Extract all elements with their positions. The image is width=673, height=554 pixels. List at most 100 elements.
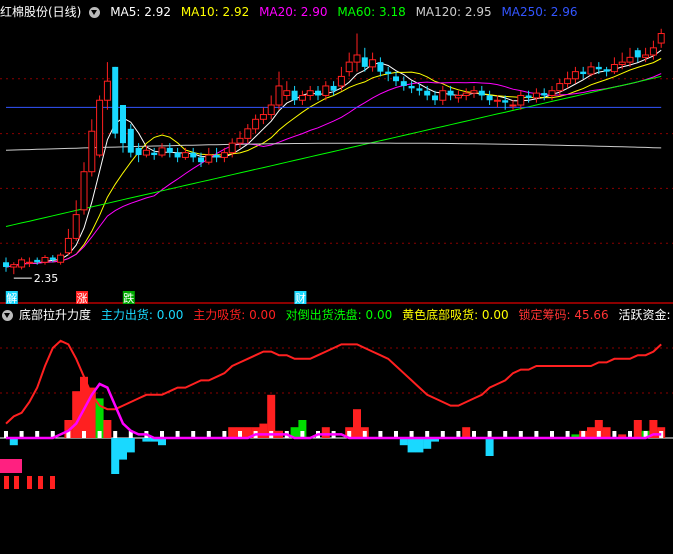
candle-body xyxy=(174,152,181,158)
candle-body xyxy=(486,95,493,101)
indicator-bar xyxy=(602,427,611,438)
candle-body xyxy=(657,33,665,44)
candle-body xyxy=(80,171,88,211)
candle-body xyxy=(151,152,158,156)
indicator-bar xyxy=(103,420,112,438)
candle-body xyxy=(244,128,252,139)
candle-body xyxy=(454,94,462,99)
indicator-bar xyxy=(353,409,361,438)
candle-body xyxy=(205,154,213,163)
candle-body xyxy=(213,155,220,158)
candle-body xyxy=(190,152,197,158)
candle-body xyxy=(3,262,9,268)
candle-body xyxy=(330,85,337,91)
candle-body xyxy=(470,90,478,94)
candle-body xyxy=(548,90,556,96)
candle-body xyxy=(369,59,377,68)
activity-tick xyxy=(97,431,102,438)
candle-body xyxy=(626,56,634,63)
candle-body xyxy=(502,100,509,103)
candle-body xyxy=(41,256,49,263)
signal-text: 跌 xyxy=(123,291,134,305)
candle-body xyxy=(198,157,204,163)
candle-body xyxy=(88,130,96,173)
candle-body xyxy=(603,69,610,72)
candle-body xyxy=(424,90,431,96)
candle-body xyxy=(416,88,423,91)
candle-body xyxy=(610,64,618,73)
indicator-bar xyxy=(407,438,416,453)
signal-block xyxy=(0,459,22,473)
candle-body xyxy=(432,95,438,101)
candle-body xyxy=(408,85,415,89)
candle-body xyxy=(525,95,532,98)
candle-body xyxy=(517,94,525,106)
chart-canvas[interactable]: 2.35 解 涨 跌 财 xyxy=(0,0,673,554)
activity-tick xyxy=(82,431,86,438)
indicator-bar xyxy=(423,438,432,449)
signal-mini-bar xyxy=(4,476,9,489)
candle-body xyxy=(96,99,104,156)
indicator-bar xyxy=(321,427,330,438)
candle-body xyxy=(252,118,260,130)
candle-body xyxy=(353,54,361,63)
signal-text: 财 xyxy=(295,291,306,305)
ma-line xyxy=(5,142,662,151)
candle-body xyxy=(315,90,321,96)
candle-body xyxy=(361,57,368,67)
indicator-bar xyxy=(126,438,135,453)
signal-mini-bar xyxy=(38,476,43,489)
candle-body xyxy=(103,80,111,101)
signal-text: 涨 xyxy=(77,292,88,305)
indicator-bar xyxy=(415,438,424,453)
candle-body xyxy=(377,62,384,72)
candle-body xyxy=(509,104,517,107)
candle-body xyxy=(25,261,33,264)
indicator-bar xyxy=(485,438,494,456)
activity-tick xyxy=(113,431,118,438)
candle-body xyxy=(493,99,501,102)
signal-mini-bar xyxy=(27,476,32,489)
candle-body xyxy=(72,214,80,239)
candle-body xyxy=(556,83,564,92)
candle-body xyxy=(127,128,134,153)
low-price-label: 2.35 xyxy=(34,272,59,285)
candle-body xyxy=(393,76,399,82)
candle-body xyxy=(34,259,41,263)
candle-body xyxy=(112,66,119,134)
candle-body xyxy=(283,90,291,96)
candle-body xyxy=(564,78,572,85)
indicator-bar xyxy=(72,391,81,438)
indicator-bar xyxy=(587,427,595,438)
candle-body xyxy=(291,90,298,101)
candle-body xyxy=(400,81,407,86)
candle-body xyxy=(181,152,189,158)
candle-body xyxy=(49,257,56,260)
indicator-bar xyxy=(142,438,151,442)
candle-body xyxy=(478,90,485,96)
signal-mini-bar xyxy=(50,476,55,489)
candle-body xyxy=(634,50,641,58)
candle-body xyxy=(439,90,447,101)
candle-body xyxy=(275,85,283,106)
indicator-bar xyxy=(633,420,642,438)
candle-body xyxy=(580,71,587,75)
candle-body xyxy=(385,71,392,75)
candle-body xyxy=(10,264,18,268)
candle-body xyxy=(166,147,173,153)
candle-body xyxy=(618,61,626,66)
candle-body xyxy=(220,152,228,158)
candle-body xyxy=(236,137,244,144)
candle-body xyxy=(322,85,330,96)
candle-body xyxy=(18,259,26,268)
indicator-bar xyxy=(111,438,120,474)
candle-body xyxy=(306,90,314,96)
indicator-bar xyxy=(228,427,237,438)
candle-body xyxy=(298,94,306,101)
candle-body xyxy=(142,149,150,156)
candle-body xyxy=(532,92,540,99)
signal-text: 解 xyxy=(6,291,17,305)
signal-mini-bar xyxy=(14,476,19,489)
indicator-bar xyxy=(119,438,127,460)
indicator-line xyxy=(5,339,662,425)
